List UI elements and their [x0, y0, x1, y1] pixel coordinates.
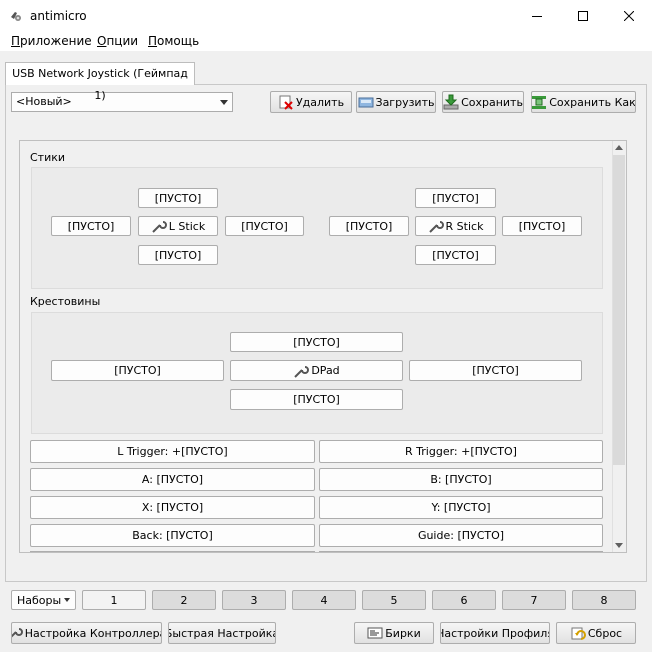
save-profile-button[interactable]: Сохранить: [442, 91, 524, 113]
set-button-5[interactable]: 5: [362, 590, 426, 610]
close-button[interactable]: [606, 0, 652, 32]
b-button[interactable]: B: [ПУСТО]: [319, 468, 603, 491]
window-title: antimicro: [30, 9, 87, 23]
left-stick-down-button[interactable]: [ПУСТО]: [138, 245, 218, 265]
r-trigger-button[interactable]: R Trigger: +[ПУСТО]: [319, 440, 603, 463]
close-icon: [624, 11, 634, 21]
dpad-label: DPad: [311, 364, 340, 377]
maximize-button[interactable]: [560, 0, 606, 32]
wrench-icon: [12, 628, 23, 638]
save-profile-label: Сохранить: [461, 95, 523, 109]
dpads-section-label: Крестовины: [30, 295, 101, 308]
left-stick-button[interactable]: L Stick: [138, 216, 218, 236]
sets-label: Наборы: [17, 593, 62, 607]
gamepad-app-icon: [11, 12, 21, 21]
scroll-down-icon[interactable]: [615, 543, 623, 548]
names-button[interactable]: Бирки: [354, 622, 434, 644]
tab-joystick[interactable]: USB Network Joystick (Геймпад 1): [5, 62, 195, 102]
menu-options[interactable]: Опции: [97, 34, 138, 49]
profile-select-value: <Новый>: [16, 95, 72, 108]
controller-settings-label: Настройка Контроллера: [24, 626, 162, 640]
set-button-3[interactable]: 3: [222, 590, 286, 610]
set-button-1[interactable]: 1: [82, 590, 146, 610]
reset-button[interactable]: Сброс: [556, 622, 636, 644]
set-button-4[interactable]: 4: [292, 590, 356, 610]
sticks-section-label: Стики: [30, 151, 66, 164]
wrench-icon: [152, 221, 167, 233]
reset-label: Сброс: [587, 626, 623, 640]
set-button-8[interactable]: 8: [572, 590, 636, 610]
right-stick-up-button[interactable]: [ПУСТО]: [415, 188, 496, 208]
reset-icon: [571, 627, 586, 640]
delete-file-icon: [279, 95, 293, 110]
set-button-6[interactable]: 6: [432, 590, 496, 610]
next-row-peek: [30, 551, 315, 553]
load-profile-label: Загрузить: [375, 95, 435, 109]
left-stick-left-button[interactable]: [ПУСТО]: [51, 216, 131, 236]
quick-setup-button[interactable]: Быстрая Настройка: [168, 622, 276, 644]
save-as-icon: [532, 96, 547, 109]
left-stick-label: L Stick: [168, 219, 206, 233]
remove-profile-button[interactable]: Удалить: [270, 91, 352, 113]
load-profile-button[interactable]: Загрузить: [356, 91, 436, 113]
guide-button[interactable]: Guide: [ПУСТО]: [319, 524, 603, 547]
dpad-left-button[interactable]: [ПУСТО]: [51, 360, 224, 381]
minimize-button[interactable]: [514, 0, 560, 32]
l-trigger-button[interactable]: L Trigger: +[ПУСТО]: [30, 440, 315, 463]
dpad-down-button[interactable]: [ПУСТО]: [230, 389, 403, 410]
next-row-peek: [319, 551, 603, 553]
load-drive-icon: [358, 97, 374, 108]
dpad-up-button[interactable]: [ПУСТО]: [230, 332, 403, 352]
left-stick-up-button[interactable]: [ПУСТО]: [138, 188, 218, 208]
set-button-7[interactable]: 7: [502, 590, 566, 610]
set-button-2[interactable]: 2: [152, 590, 216, 610]
right-stick-button[interactable]: R Stick: [415, 216, 496, 236]
scroll-up-icon[interactable]: [615, 145, 623, 150]
dpad-button[interactable]: DPad: [230, 360, 403, 381]
y-button[interactable]: Y: [ПУСТО]: [319, 496, 603, 519]
back-button[interactable]: Back: [ПУСТО]: [30, 524, 315, 547]
minimize-icon: [532, 16, 542, 17]
a-button[interactable]: A: [ПУСТО]: [30, 468, 315, 491]
profile-settings-button[interactable]: Настройки Профиля: [440, 622, 550, 644]
names-label: Бирки: [385, 626, 421, 640]
remove-profile-label: Удалить: [295, 95, 345, 109]
maximize-icon: [578, 11, 588, 21]
right-stick-label: R Stick: [445, 219, 484, 233]
controller-settings-button[interactable]: Настройка Контроллера: [11, 622, 162, 644]
dpad-right-button[interactable]: [ПУСТО]: [409, 360, 582, 381]
wrench-icon: [294, 365, 310, 378]
wrench-icon: [428, 221, 444, 233]
right-stick-down-button[interactable]: [ПУСТО]: [415, 245, 496, 265]
profile-select[interactable]: <Новый>: [11, 92, 233, 112]
save-arrow-icon: [443, 94, 459, 110]
scrollbar-thumb[interactable]: [613, 155, 625, 465]
right-stick-right-button[interactable]: [ПУСТО]: [502, 216, 582, 236]
save-as-profile-label: Сохранить Как: [549, 95, 636, 109]
menu-help[interactable]: Помощь: [148, 34, 199, 49]
save-as-profile-button[interactable]: Сохранить Как: [531, 91, 636, 113]
menu-application[interactable]: Приложение: [11, 34, 92, 49]
chevron-down-icon: [64, 598, 70, 602]
chevron-down-icon: [220, 100, 228, 105]
right-stick-left-button[interactable]: [ПУСТО]: [329, 216, 409, 236]
left-stick-right-button[interactable]: [ПУСТО]: [225, 216, 304, 236]
x-button[interactable]: X: [ПУСТО]: [30, 496, 315, 519]
tag-list-icon: [367, 627, 383, 639]
sets-dropdown[interactable]: Наборы: [11, 590, 76, 610]
